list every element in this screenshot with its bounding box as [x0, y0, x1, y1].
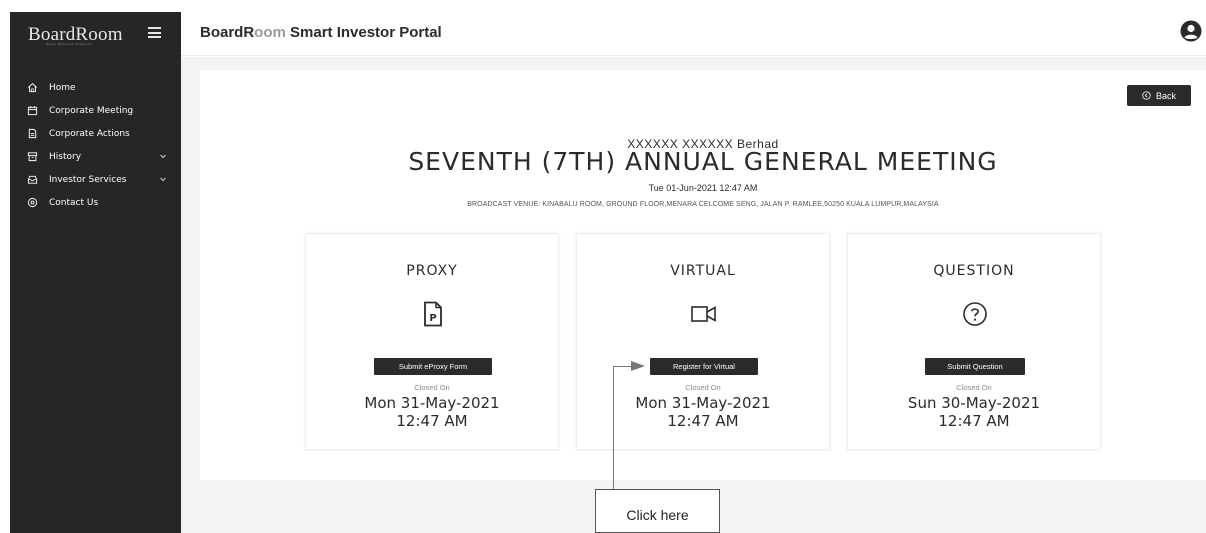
- sidebar-item-corporate-meeting[interactable]: Corporate Meeting: [10, 99, 181, 122]
- sidebar-item-history[interactable]: History: [10, 145, 181, 168]
- closed-date: Mon 31-May-2021 12:47 AM: [577, 394, 829, 430]
- sidebar-nav: Home Corporate Meeting Corporate Actions…: [10, 76, 181, 214]
- closed-date: Sun 30-May-2021 12:47 AM: [848, 394, 1100, 430]
- closed-date-day: Mon 31-May-2021: [364, 394, 500, 412]
- closed-on-label: Closed On: [414, 383, 450, 392]
- virtual-card-title: VIRTUAL: [670, 263, 736, 279]
- sidebar: BoardRoom Smart Business Solutions Home …: [10, 12, 181, 533]
- sidebar-item-home[interactable]: Home: [10, 76, 181, 99]
- click-here-callout: Click here: [595, 489, 720, 533]
- sidebar-item-corporate-actions[interactable]: Corporate Actions: [10, 122, 181, 145]
- closed-date-time: 12:47 AM: [396, 412, 468, 430]
- sidebar-item-label: Home: [49, 82, 76, 93]
- question-circle-icon: [958, 300, 992, 328]
- register-virtual-button[interactable]: Register for Virtual: [650, 358, 758, 375]
- sidebar-item-contact-us[interactable]: Contact Us: [10, 191, 181, 214]
- page-title-strong: BoardR: [200, 24, 255, 41]
- logo-tagline: Smart Business Solutions: [46, 42, 93, 46]
- question-card: QUESTION Submit Question Closed On Sun 3…: [847, 233, 1101, 450]
- sidebar-item-investor-services[interactable]: Investor Services: [10, 168, 181, 191]
- top-header: BoardRoom Smart Investor Portal: [181, 12, 1206, 56]
- callout-arrow-head: [631, 361, 645, 371]
- meeting-venue: BROADCAST VENUE: KINABALU ROOM, GROUND F…: [467, 201, 939, 208]
- hamburger-menu-icon[interactable]: [148, 27, 161, 38]
- proxy-card-title: PROXY: [406, 263, 458, 279]
- back-button-label: Back: [1155, 90, 1176, 101]
- sidebar-item-label: Corporate Meeting: [49, 105, 134, 116]
- sidebar-item-label: Investor Services: [49, 174, 127, 185]
- sidebar-item-label: History: [49, 151, 82, 162]
- closed-date-time: 12:47 AM: [938, 412, 1010, 430]
- app-logo[interactable]: BoardRoom: [28, 25, 123, 44]
- submit-question-button[interactable]: Submit Question: [925, 358, 1025, 375]
- closed-on-label: Closed On: [685, 383, 721, 392]
- page-title-dim: oom: [254, 24, 286, 41]
- chevron-down-icon[interactable]: [158, 151, 168, 161]
- user-avatar-icon[interactable]: [1180, 20, 1202, 42]
- back-circle-icon: [1142, 91, 1151, 100]
- proxy-card: PROXY P Submit eProxy Form Closed On Mon…: [305, 233, 559, 450]
- app-root: BoardRoom Smart Business Solutions Home …: [0, 0, 1206, 533]
- closed-date-day: Sun 30-May-2021: [907, 394, 1041, 412]
- meeting-datetime: Tue 01-Jun-2021 12:47 AM: [648, 183, 758, 193]
- document-icon: [25, 127, 39, 141]
- page-title: BoardRoom Smart Investor Portal: [200, 24, 442, 41]
- video-camera-icon: [687, 300, 721, 328]
- back-button[interactable]: Back: [1127, 85, 1191, 106]
- callout-connector-line: [613, 366, 614, 489]
- closed-date: Mon 31-May-2021 12:47 AM: [306, 394, 558, 430]
- inbox-icon: [25, 173, 39, 187]
- chevron-down-icon[interactable]: [158, 174, 168, 184]
- history-icon: [25, 150, 39, 164]
- sidebar-item-label: Corporate Actions: [49, 128, 130, 139]
- page-title-rest: Smart Investor Portal: [285, 24, 442, 41]
- location-icon: [25, 196, 39, 210]
- calendar-icon: [25, 104, 39, 118]
- proxy-file-icon: P: [416, 300, 450, 328]
- virtual-card: VIRTUAL Register for Virtual Closed On M…: [576, 233, 830, 450]
- sidebar-item-label: Contact Us: [49, 197, 99, 208]
- submit-eproxy-button[interactable]: Submit eProxy Form: [374, 358, 492, 375]
- meeting-title: SEVENTH (7TH) ANNUAL GENERAL MEETING: [408, 147, 998, 176]
- brand: BoardRoom Smart Business Solutions: [10, 12, 181, 56]
- question-card-title: QUESTION: [933, 263, 1015, 279]
- home-icon: [25, 81, 39, 95]
- closed-date-day: Mon 31-May-2021: [635, 394, 771, 412]
- svg-text:P: P: [429, 313, 436, 324]
- closed-date-time: 12:47 AM: [667, 412, 739, 430]
- closed-on-label: Closed On: [956, 383, 992, 392]
